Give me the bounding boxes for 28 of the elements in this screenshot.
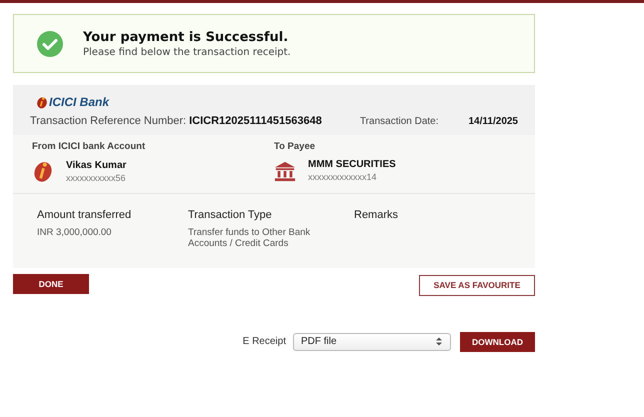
save-favourite-button[interactable]: SAVE AS FAVOURITE	[419, 274, 535, 296]
payee-name: MMM SECURITIES	[308, 159, 396, 170]
payee-account: xxxxxxxxxxxxx14	[308, 172, 378, 182]
format-select[interactable]: PDF file	[293, 332, 451, 351]
payer-name: Vikas Kumar	[66, 160, 126, 170]
success-title: Your payment is Successful.	[83, 30, 290, 44]
spinner-arrows-icon	[436, 337, 442, 346]
bank-logo-icon	[36, 95, 48, 109]
bank-logo-text: ICICI Bank	[49, 95, 110, 109]
e-receipt-label: E Receipt	[242, 336, 286, 348]
success-message: Please find below the transaction receipt.	[83, 46, 291, 58]
check-icon	[37, 30, 63, 56]
detail-label: Transaction Type	[188, 209, 273, 221]
done-button[interactable]: DONE	[13, 274, 89, 294]
reference-number: ICICR12025111451563648	[189, 115, 322, 127]
detail-label: Remarks	[354, 209, 398, 221]
reference-label: Transaction Reference Number:	[30, 115, 186, 127]
transaction-date: 14/11/2025	[468, 116, 518, 127]
bank-logo-icon	[32, 159, 54, 183]
detail-label: Amount transferred	[37, 209, 132, 221]
payee-heading: To Payee	[274, 141, 316, 152]
date-label: Transaction Date:	[360, 116, 438, 127]
bank-building-icon	[274, 160, 296, 182]
payer-account: xxxxxxxxxxx56	[66, 172, 126, 182]
detail-value: Transfer funds to Other Bank Accounts / Credit Cards	[188, 227, 312, 250]
download-button[interactable]: DOWNLOAD	[460, 332, 535, 352]
from-heading: From ICICI bank Account	[32, 141, 146, 152]
detail-value: INR 3,000,000.00	[37, 227, 112, 238]
